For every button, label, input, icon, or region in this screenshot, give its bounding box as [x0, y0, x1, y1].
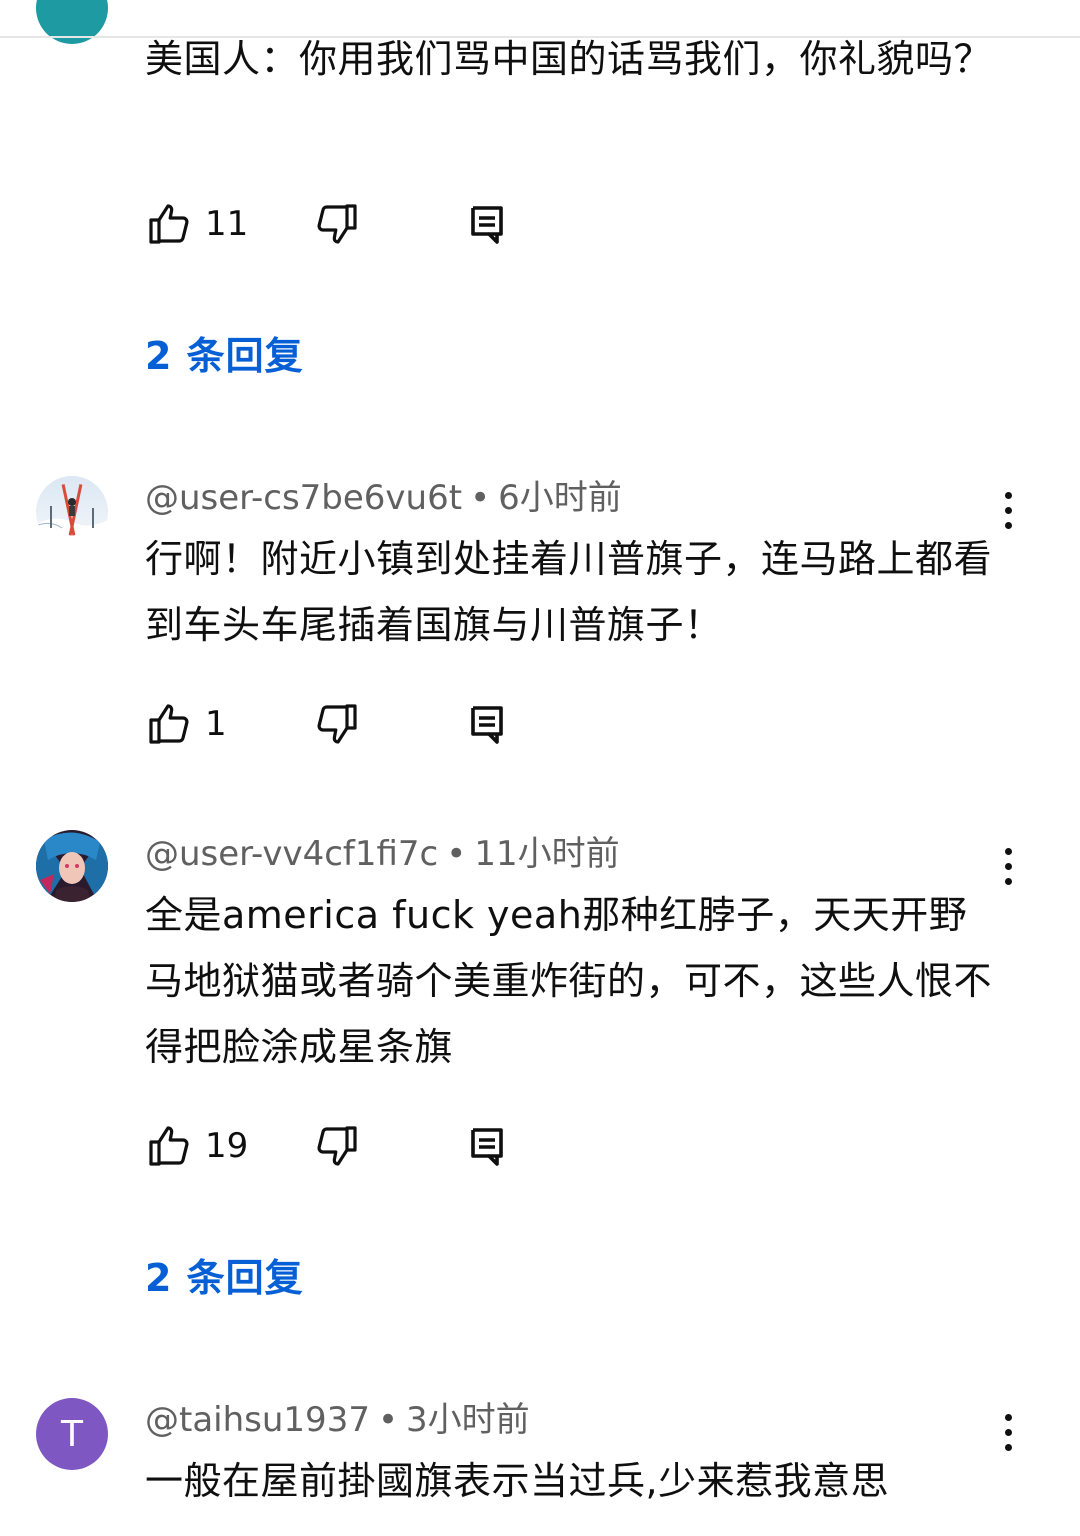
comment-text: 全是america fuck yeah那种红脖子，天天开野马地狱猫或者骑个美重炸…	[145, 893, 993, 1069]
comment-meta: @taihsu1937 • 3小时前	[145, 1400, 530, 1440]
reply-button[interactable]	[467, 1122, 507, 1170]
comment-actions: 11	[145, 200, 565, 248]
comment-time: 6小时前	[498, 478, 622, 518]
meta-separator: •	[470, 478, 491, 518]
more-vert-icon	[1004, 847, 1012, 885]
view-replies-link[interactable]: 2 条回复	[145, 1256, 304, 1300]
comment-text: 美国人：你用我们骂中国的话骂我们，你礼貌吗？	[145, 37, 993, 81]
like-count: 1	[205, 704, 227, 744]
more-vert-icon	[1004, 491, 1012, 529]
like-button[interactable]	[145, 1122, 193, 1170]
more-vert-icon	[1004, 1413, 1012, 1451]
dislike-button[interactable]	[313, 1122, 361, 1170]
comment-reply-icon	[471, 706, 503, 744]
comments-page: 美国人：你用我们骂中国的话骂我们，你礼貌吗？ 11 2 条回复 @user-cs…	[0, 0, 1080, 1536]
like-button[interactable]	[145, 700, 193, 748]
thumb-down-icon	[317, 204, 357, 244]
comment-time: 11小时前	[474, 834, 620, 874]
meta-separator: •	[377, 1400, 399, 1440]
comment-reply-icon	[471, 1128, 503, 1166]
comment-meta: @user-vv4cf1fi7c • 11小时前	[145, 834, 620, 874]
avatar-image	[36, 830, 108, 902]
comment-actions: 19	[145, 1122, 565, 1170]
author-name[interactable]: @user-cs7be6vu6t	[145, 478, 462, 518]
comment-time: 3小时前	[406, 1400, 530, 1440]
dislike-button[interactable]	[313, 700, 361, 748]
comment-actions: 1	[145, 700, 565, 748]
thumb-up-icon	[149, 204, 189, 244]
thumb-up-icon	[149, 704, 189, 744]
avatar[interactable]: T	[36, 1398, 108, 1470]
comment-reply-icon	[471, 206, 503, 244]
comment-text: 行啊！附近小镇到处挂着川普旗子，连马路上都看到车头车尾插着国旗与川普旗子！	[145, 537, 993, 647]
avatar-letter: T	[61, 1413, 83, 1455]
reply-button[interactable]	[467, 200, 507, 248]
dislike-button[interactable]	[313, 200, 361, 248]
thumb-down-icon	[317, 1126, 357, 1166]
comment-text: 一般在屋前掛國旗表示当过兵,少来惹我意思	[145, 1459, 890, 1503]
author-name[interactable]: @user-vv4cf1fi7c	[145, 834, 438, 874]
thumb-down-icon	[317, 704, 357, 744]
comment-meta: @user-cs7be6vu6t • 6小时前	[145, 478, 622, 518]
reply-button[interactable]	[467, 700, 507, 748]
avatar-image	[36, 476, 108, 548]
meta-separator: •	[446, 834, 467, 874]
avatar[interactable]	[36, 830, 108, 902]
like-count: 11	[205, 204, 249, 244]
author-name[interactable]: @taihsu1937	[145, 1400, 370, 1440]
like-button[interactable]	[145, 200, 193, 248]
like-count: 19	[205, 1126, 249, 1166]
avatar[interactable]	[36, 476, 108, 548]
thumb-up-icon	[149, 1126, 189, 1166]
view-replies-link[interactable]: 2 条回复	[145, 334, 304, 378]
